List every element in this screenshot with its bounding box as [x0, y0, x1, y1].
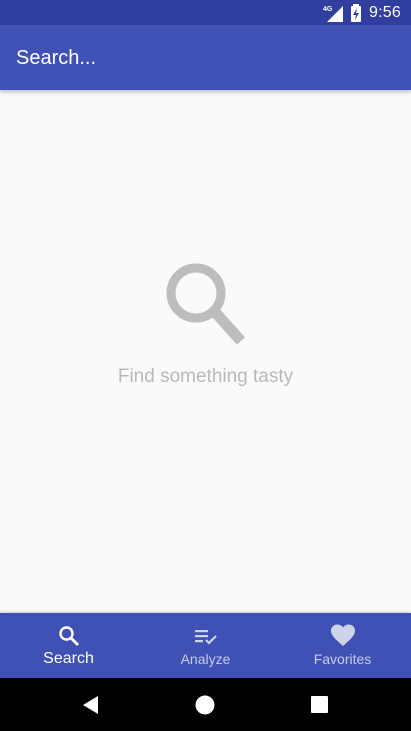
home-icon	[194, 694, 216, 716]
signal-icon: 4G	[323, 4, 345, 22]
heart-icon	[330, 624, 356, 648]
search-input[interactable]	[16, 43, 386, 73]
bottom-navigation: Search Analyze Favorites	[0, 613, 411, 678]
nav-item-analyze[interactable]: Analyze	[137, 613, 274, 678]
network-type-label: 4G	[323, 6, 333, 13]
nav-label-search: Search	[43, 650, 94, 667]
clock: 9:56	[369, 3, 401, 21]
system-navigation-bar	[0, 678, 411, 731]
nav-label-analyze: Analyze	[180, 651, 231, 667]
battery-charging-icon	[351, 3, 362, 22]
back-icon	[80, 694, 102, 716]
nav-label-favorites: Favorites	[313, 651, 372, 667]
back-button[interactable]	[80, 694, 102, 716]
status-icons: 4G 9:56	[323, 0, 401, 25]
checklist-icon	[193, 624, 219, 648]
empty-search-icon	[0, 258, 411, 348]
nav-item-search[interactable]: Search	[0, 613, 137, 678]
nav-item-favorites[interactable]: Favorites	[274, 613, 411, 678]
recents-icon	[309, 694, 331, 716]
search-icon	[57, 624, 81, 648]
empty-state: Find something tasty	[0, 258, 411, 388]
home-button[interactable]	[194, 694, 216, 716]
empty-state-message: Find something tasty	[117, 366, 294, 387]
recents-button[interactable]	[309, 694, 331, 716]
app-bar	[0, 25, 411, 90]
status-bar: 4G 9:56	[0, 0, 411, 25]
